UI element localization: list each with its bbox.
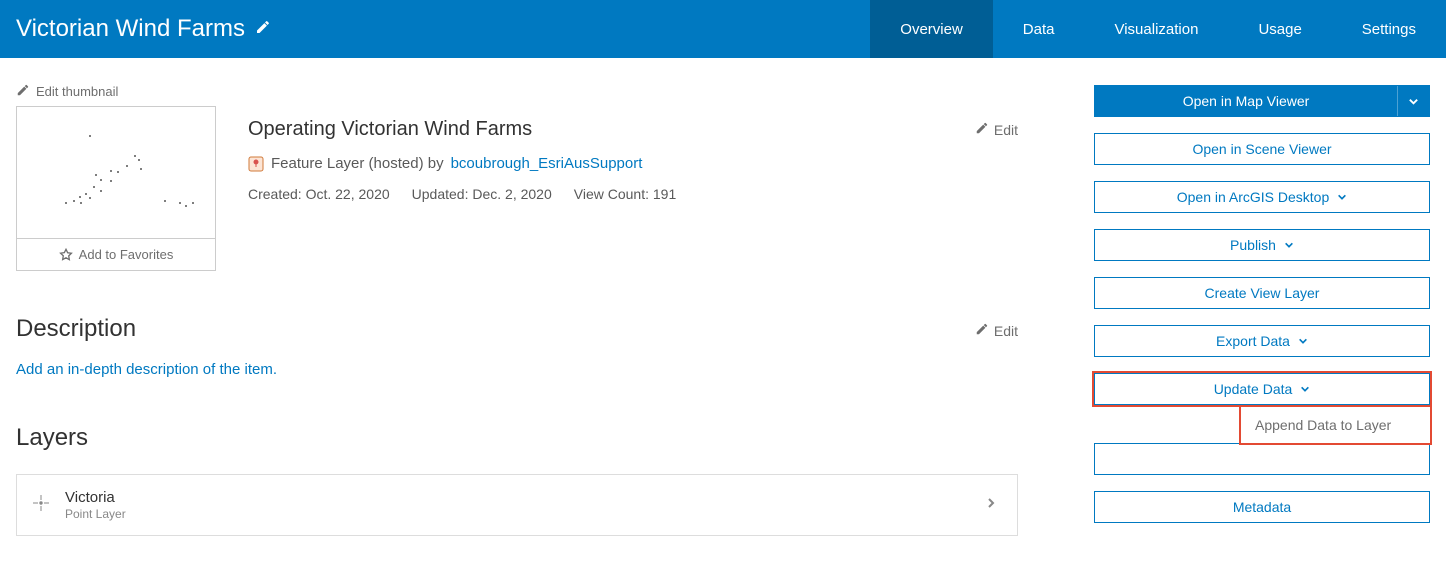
author-link[interactable]: bcoubrough_EsriAusSupport <box>451 155 643 172</box>
append-data-option[interactable]: Append Data to Layer <box>1255 417 1416 433</box>
created-date: Created: Oct. 22, 2020 <box>248 186 390 202</box>
tab-overview[interactable]: Overview <box>870 0 993 58</box>
open-arcgis-desktop-button[interactable]: Open in ArcGIS Desktop <box>1094 181 1430 213</box>
layers-head: Layers <box>16 424 1018 452</box>
button-label: Metadata <box>1233 499 1291 515</box>
item-type-row: Feature Layer (hosted) by bcoubrough_Esr… <box>248 155 1018 172</box>
hidden-action-button[interactable] <box>1094 443 1430 475</box>
edit-label: Edit <box>994 122 1018 138</box>
button-label: Update Data <box>1214 381 1293 397</box>
update-data-button[interactable]: Update Data <box>1094 373 1430 405</box>
chevron-down-icon <box>1284 240 1294 250</box>
meta-head: Operating Victorian Wind Farms Edit <box>248 118 1018 141</box>
sidebar-actions: Open in Map Viewer Open in Scene Viewer … <box>1094 83 1430 539</box>
edit-thumbnail-button[interactable]: Edit thumbnail <box>16 83 1018 100</box>
thumbnail-image[interactable] <box>16 106 216 239</box>
tabs: Overview Data Visualization Usage Settin… <box>870 0 1446 58</box>
button-label: Publish <box>1230 237 1276 253</box>
content: Edit thumbnail <box>0 58 1446 569</box>
title-group: Victorian Wind Farms <box>16 15 271 43</box>
pencil-icon <box>975 121 989 138</box>
overview-top-row: Add to Favorites Operating Victorian Win… <box>16 106 1018 271</box>
chevron-right-icon <box>985 496 997 514</box>
layer-type: Point Layer <box>65 507 971 521</box>
open-scene-viewer-button[interactable]: Open in Scene Viewer <box>1094 133 1430 165</box>
tab-settings[interactable]: Settings <box>1332 0 1446 58</box>
edit-summary-button[interactable]: Edit <box>975 121 1018 138</box>
item-type-label: Feature Layer (hosted) by <box>271 155 444 172</box>
button-label: Create View Layer <box>1205 285 1320 301</box>
layer-item[interactable]: Victoria Point Layer <box>16 474 1018 536</box>
chevron-down-icon <box>1300 384 1310 394</box>
button-label: Export Data <box>1216 333 1290 349</box>
chevron-down-icon[interactable] <box>1397 86 1429 116</box>
page-title: Victorian Wind Farms <box>16 15 245 43</box>
edit-thumbnail-label: Edit thumbnail <box>36 84 118 99</box>
view-count: View Count: 191 <box>574 186 676 202</box>
export-data-button[interactable]: Export Data <box>1094 325 1430 357</box>
item-title: Operating Victorian Wind Farms <box>248 118 532 141</box>
thumbnail-column: Add to Favorites <box>16 106 216 271</box>
chevron-down-icon <box>1298 336 1308 346</box>
layer-info: Victoria Point Layer <box>65 489 971 521</box>
updated-date: Updated: Dec. 2, 2020 <box>412 186 552 202</box>
button-label: Open in Map Viewer <box>1183 93 1310 109</box>
open-map-viewer-button[interactable]: Open in Map Viewer <box>1094 85 1430 117</box>
main: Edit thumbnail <box>16 83 1018 539</box>
meta-column: Operating Victorian Wind Farms Edit <box>248 106 1018 271</box>
description-placeholder[interactable]: Add an in-depth description of the item. <box>16 361 1018 378</box>
update-data-dropdown: Append Data to Layer <box>1239 405 1432 445</box>
button-label: Open in ArcGIS Desktop <box>1177 189 1330 205</box>
publish-button[interactable]: Publish <box>1094 229 1430 261</box>
create-view-layer-button[interactable]: Create View Layer <box>1094 277 1430 309</box>
tab-usage[interactable]: Usage <box>1228 0 1331 58</box>
button-label: Open in Scene Viewer <box>1192 141 1331 157</box>
pencil-icon <box>975 322 989 339</box>
chevron-down-icon <box>1337 192 1347 202</box>
pencil-icon <box>16 83 30 100</box>
stats-row: Created: Oct. 22, 2020 Updated: Dec. 2, … <box>248 186 1018 202</box>
feature-layer-icon <box>248 156 264 172</box>
layer-name: Victoria <box>65 489 971 506</box>
header: Victorian Wind Farms Overview Data Visua… <box>0 0 1446 58</box>
tab-data[interactable]: Data <box>993 0 1085 58</box>
edit-title-icon[interactable] <box>255 19 271 40</box>
add-to-favorites-button[interactable]: Add to Favorites <box>16 239 216 271</box>
star-icon <box>59 248 73 262</box>
edit-label: Edit <box>994 323 1018 339</box>
update-data-highlight: Update Data Append Data to Layer <box>1092 371 1432 407</box>
favorites-label: Add to Favorites <box>79 247 174 262</box>
description-head: Description Edit <box>16 315 1018 343</box>
point-layer-icon <box>31 493 51 518</box>
edit-description-button[interactable]: Edit <box>975 322 1018 339</box>
layers-heading: Layers <box>16 424 88 452</box>
metadata-button[interactable]: Metadata <box>1094 491 1430 523</box>
description-heading: Description <box>16 315 136 343</box>
tab-visualization[interactable]: Visualization <box>1084 0 1228 58</box>
